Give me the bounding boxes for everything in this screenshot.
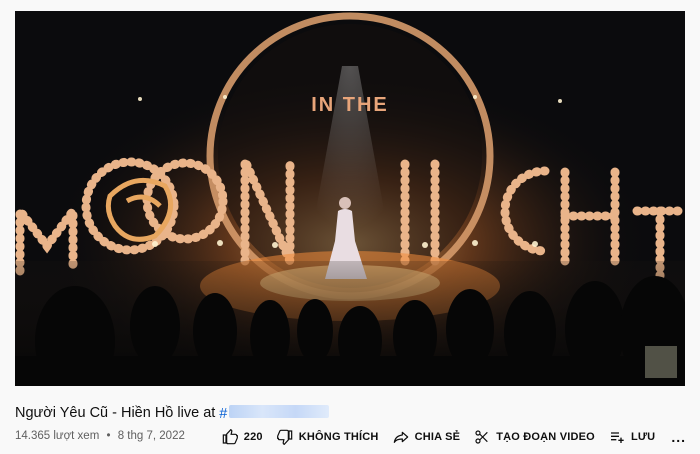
- dislike-label: KHÔNG THÍCH: [298, 431, 379, 443]
- thumbs-up-icon: [222, 429, 238, 445]
- dislike-button[interactable]: KHÔNG THÍCH: [276, 429, 379, 445]
- video-title-text: Người Yêu Cũ - Hiền Hồ live at: [15, 405, 216, 421]
- save-label: LƯU: [630, 431, 656, 443]
- hashtag-prefix: #: [219, 405, 228, 422]
- blurred-hashtag: [229, 404, 330, 418]
- action-bar: 220 KHÔNG THÍCH CHIA SẺ TẠO ĐOẠN VIDEO L…: [208, 426, 686, 448]
- hashtag-link[interactable]: #: [219, 404, 330, 422]
- like-button[interactable]: 220: [222, 429, 263, 445]
- like-count: 220: [243, 431, 263, 443]
- video-frame: IN THE: [15, 11, 685, 386]
- video-title: Người Yêu Cũ - Hiền Hồ live at #: [15, 403, 330, 423]
- save-button[interactable]: LƯU: [609, 429, 655, 445]
- share-button[interactable]: CHIA SẺ: [393, 429, 461, 445]
- playlist-add-icon: [610, 432, 624, 443]
- share-arrow-icon: [393, 431, 408, 443]
- scissors-icon: [475, 430, 488, 444]
- watermark-block: [645, 346, 677, 378]
- upload-date: 8 thg 7, 2022: [117, 430, 185, 442]
- more-actions-button[interactable]: ...: [671, 429, 686, 445]
- clip-label: TẠO ĐOẠN VIDEO: [496, 431, 595, 443]
- share-label: CHIA SẺ: [414, 431, 461, 443]
- view-count: 14.365 lượt xem: [15, 430, 100, 442]
- meta-separator: •: [106, 430, 111, 442]
- thumbs-down-icon: [276, 429, 293, 445]
- clip-button[interactable]: TẠO ĐOẠN VIDEO: [474, 429, 595, 445]
- more-icon: ...: [671, 429, 686, 445]
- overlay-in-the-text: IN THE: [311, 94, 389, 116]
- video-player[interactable]: IN THE: [15, 11, 685, 386]
- video-meta: 14.365 lượt xem • 8 thg 7, 2022: [15, 430, 189, 442]
